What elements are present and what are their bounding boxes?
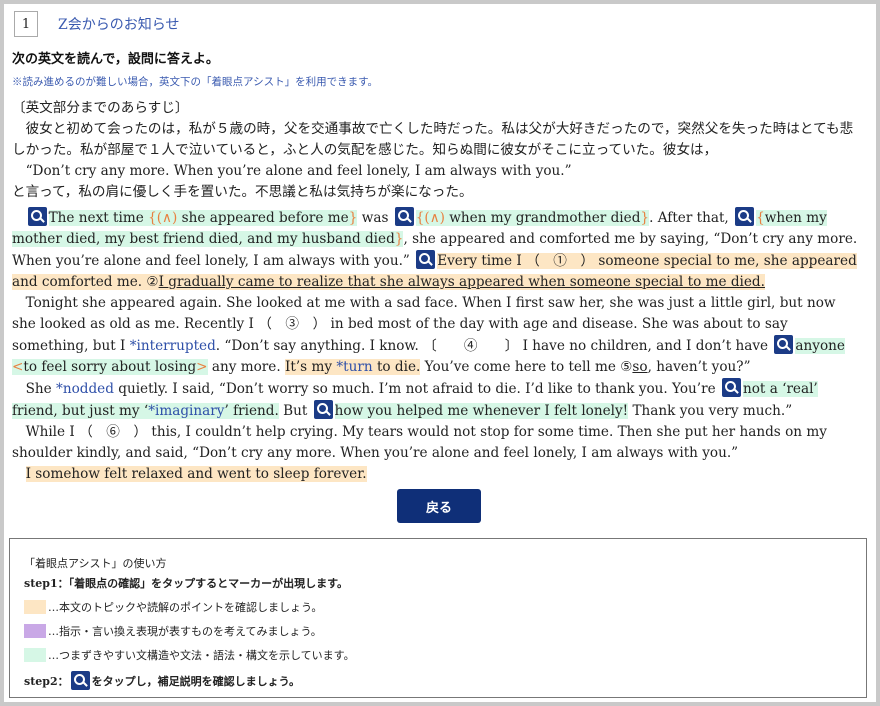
vocab-nodded[interactable]: *nodded [56,381,114,397]
question-number: 1 [14,11,38,37]
magnifier-icon[interactable] [735,207,755,226]
legend-green: …つまずきやすい文構造や文法・語法・構文を示しています。 [24,647,355,663]
legend-purple: …指示・言い換え表現が表すものを考えてみましょう。 [24,623,322,639]
synopsis-quote: “Don’t cry any more. When you’re alone a… [25,163,572,179]
paragraph-5: I somehow felt relaxed and went to sleep… [12,464,862,485]
assist-guide: 「着眼点アシスト」の使い方 step1：「着眼点の確認」をタップするとマーカーが… [9,538,867,698]
assist-title: 「着眼点アシスト」の使い方 [24,557,167,570]
underlined-sentence-2: I gradually came to realize that she alw… [158,274,765,290]
page-frame: 1 Z会からのお知らせ 次の英文を読んで，設問に答えよ。 ※読み進めるのが難しい… [4,4,876,702]
green-swatch [24,648,46,662]
assist-note: ※読み進めるのが難しい場合，英文下の「着眼点アシスト」を利用できます。 [12,76,379,88]
magnifier-icon[interactable] [27,207,47,226]
highlight-green-6: how you helped me whenever I felt lonely… [334,403,629,419]
paragraph-2: Tonight she appeared again. She looked a… [12,295,845,375]
magnifier-icon[interactable] [774,335,794,354]
paragraph-1: The next time {(∧) she appeared before m… [12,207,862,293]
paragraph-4: While I （ ⑥ ） this, I couldn’t help cryi… [12,424,827,461]
highlight-orange-2: It’s my *turn to die. [285,359,421,375]
back-button[interactable]: 戻る [397,489,481,523]
magnifier-icon[interactable] [313,400,333,419]
legend-orange: …本文のトピックや読解のポイントを確認しましょう。 [24,599,322,615]
orange-swatch [24,600,46,614]
vocab-turn[interactable]: *turn [336,359,372,375]
magnifier-icon[interactable] [394,207,414,226]
highlight-green-1: The next time {(∧) she appeared before m… [48,210,358,226]
synopsis-line1: 彼女と初めて会ったのは，私が５歳の時，父を交通事故で亡くした時だった。私は父が大… [12,121,854,158]
paragraph-3: She *nodded quietly. I said, “Don’t worr… [12,378,862,422]
reading-body: 〔英文部分までのあらすじ〕 彼女と初めて会ったのは，私が５歳の時，父を交通事故で… [12,98,862,485]
instruction: 次の英文を読んで，設問に答えよ。 [12,52,219,67]
magnifier-icon[interactable] [416,250,436,269]
notice-link[interactable]: Z会からのお知らせ [58,14,179,34]
synopsis-line2: と言って，私の肩に優しく手を置いた。不思議と私は気持ちが楽になった。 [12,184,473,200]
magnifier-icon [70,671,90,690]
vocab-interrupted[interactable]: *interrupted [130,338,216,354]
assist-step2: step2： をタップし，補足説明を確認しましょう。 [24,671,300,690]
vocab-imaginary[interactable]: *imaginary [148,403,224,419]
synopsis-heading: 〔英文部分までのあらすじ〕 [12,100,189,116]
purple-swatch [24,624,46,638]
magnifier-icon[interactable] [721,378,741,397]
highlight-green-2: {(∧) when my grandmother died} [415,210,650,226]
assist-step1: step1：「着眼点の確認」をタップするとマーカーが出現します。 [24,577,349,590]
question-header: 1 Z会からのお知らせ [14,9,179,39]
highlight-orange-3: I somehow felt relaxed and went to sleep… [25,466,367,482]
underlined-so: so [632,359,648,375]
